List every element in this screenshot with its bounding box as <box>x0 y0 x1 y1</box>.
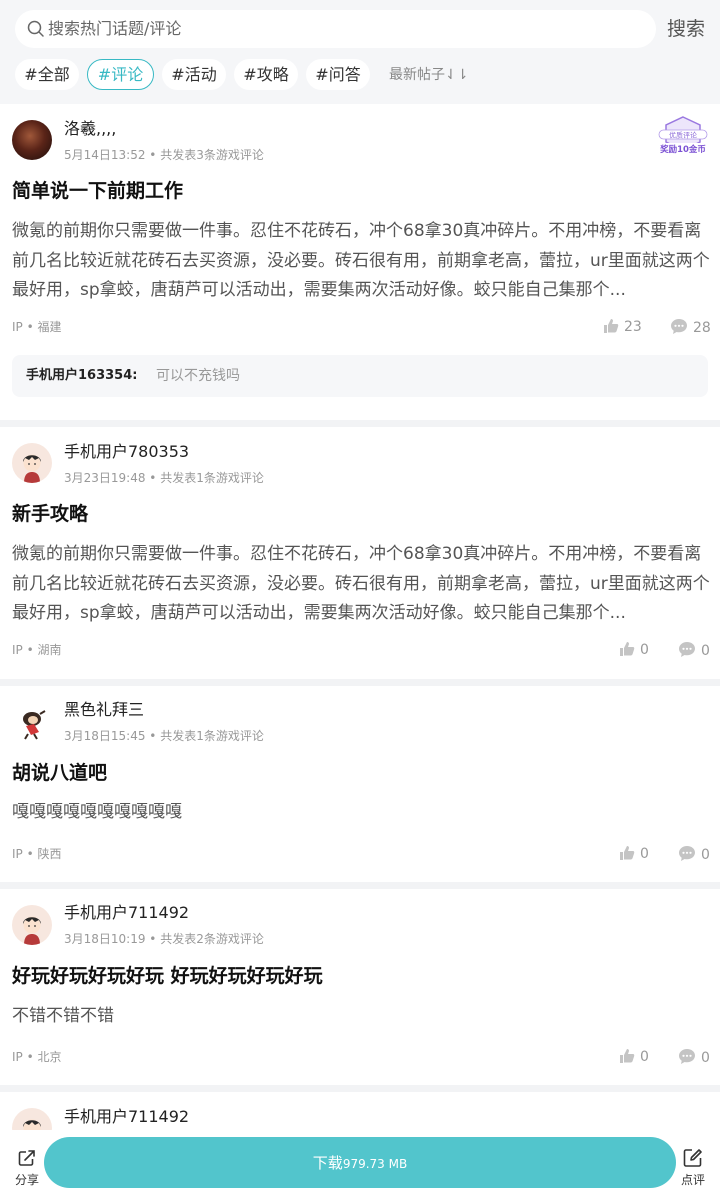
like-button[interactable]: 0 <box>619 1048 649 1066</box>
search-placeholder: 搜索热门话题/评论 <box>48 19 182 38</box>
post-meta: 3月23日19:48 • 共发表1条游戏评论 <box>64 471 264 485</box>
post-meta: 3月18日15:45 • 共发表1条游戏评论 <box>64 729 264 743</box>
download-size: 979.73 MB <box>342 1157 408 1171</box>
ip-location: IP • 福建 <box>12 320 62 334</box>
post-content[interactable]: 嘎嘎嘎嘎嘎嘎嘎嘎嘎嘎 <box>12 798 712 828</box>
header: 搜索热门话题/评论 搜索 #全部 #评论 #活动 #攻略 #问答 最新帖子⇃⇂ <box>0 0 720 104</box>
like-button[interactable]: 23 <box>603 318 642 336</box>
reply-user: 手机用户163354: <box>26 368 138 383</box>
like-count: 0 <box>640 1049 649 1065</box>
ip-location: IP • 北京 <box>12 1050 62 1064</box>
avatar[interactable] <box>12 120 52 160</box>
comment-icon <box>671 319 687 334</box>
post-title[interactable]: 新手攻略 <box>12 501 88 527</box>
post-content[interactable]: 微氪的前期你只需要做一件事。忍住不花砖石，冲个68拿30真冲碎片。不用冲榜，不要… <box>12 217 712 306</box>
avatar[interactable] <box>12 702 52 742</box>
comment-button[interactable]: 0 <box>678 845 710 864</box>
search-input[interactable]: 搜索热门话题/评论 <box>15 10 656 48</box>
post-card[interactable]: 手机用户711492 <box>0 1092 720 1148</box>
thumb-up-icon <box>604 319 619 333</box>
post-card[interactable]: 手机用户780353 3月23日19:48 • 共发表1条游戏评论 新手攻略 微… <box>0 427 720 679</box>
avatar[interactable] <box>12 443 52 483</box>
ip-location: IP • 湖南 <box>12 643 62 657</box>
like-button[interactable]: 0 <box>619 641 649 659</box>
download-button[interactable]: 下载979.73 MB <box>44 1137 676 1188</box>
comment-count: 0 <box>701 847 710 863</box>
user-name[interactable]: 手机用户711492 <box>64 903 189 923</box>
search-icon <box>27 20 44 37</box>
review-label: 点评 <box>680 1173 705 1187</box>
post-content[interactable]: 微氪的前期你只需要做一件事。忍住不花砖石，冲个68拿30真冲碎片。不用冲榜，不要… <box>12 540 712 629</box>
post-title[interactable]: 简单说一下前期工作 <box>12 178 183 204</box>
share-icon <box>18 1150 35 1166</box>
user-name[interactable]: 洛羲,,,, <box>64 119 116 139</box>
tag-review[interactable]: #评论 <box>87 59 154 90</box>
svg-text:奖励10金币: 奖励10金币 <box>660 144 706 155</box>
post-card[interactable]: 手机用户711492 3月18日10:19 • 共发表2条游戏评论 好玩好玩好玩… <box>0 889 720 1085</box>
share-button[interactable]: 分享 <box>12 1148 42 1187</box>
comment-button[interactable]: 0 <box>678 641 710 660</box>
tag-activity[interactable]: #活动 <box>162 59 226 90</box>
user-name[interactable]: 黑色礼拜三 <box>64 700 144 720</box>
quality-review-badge-icon: 优质评论 奖励10金币 <box>658 116 708 155</box>
post-content[interactable]: 不错不错不错 <box>12 1002 712 1032</box>
post-card[interactable]: 黑色礼拜三 3月18日15:45 • 共发表1条游戏评论 胡说八道吧 嘎嘎嘎嘎嘎… <box>0 686 720 882</box>
thumb-up-icon <box>620 1049 635 1063</box>
avatar[interactable] <box>12 905 52 945</box>
user-name[interactable]: 手机用户780353 <box>64 442 189 462</box>
tag-qa[interactable]: #问答 <box>306 59 370 90</box>
comment-icon <box>679 1049 695 1064</box>
post-meta: 3月18日10:19 • 共发表2条游戏评论 <box>64 932 264 946</box>
edit-icon <box>683 1149 702 1167</box>
tag-all[interactable]: #全部 <box>15 59 79 90</box>
comment-count: 0 <box>701 1050 710 1066</box>
user-name[interactable]: 手机用户711492 <box>64 1107 189 1127</box>
search-button[interactable]: 搜索 <box>667 17 705 41</box>
like-count: 0 <box>640 642 649 658</box>
reply-text: 可以不充钱吗 <box>156 368 240 384</box>
download-label: 下载 <box>312 1154 343 1172</box>
svg-text:优质评论: 优质评论 <box>669 131 697 140</box>
like-count: 23 <box>624 319 642 335</box>
review-button[interactable]: 点评 <box>678 1148 708 1187</box>
thumb-up-icon <box>620 642 635 656</box>
comment-button[interactable]: 28 <box>670 318 711 337</box>
comment-icon <box>679 846 695 861</box>
comment-button[interactable]: 0 <box>678 1048 710 1067</box>
bottom-bar: 分享 下载979.73 MB 点评 <box>0 1130 720 1195</box>
share-label: 分享 <box>14 1173 39 1187</box>
post-title[interactable]: 胡说八道吧 <box>12 760 107 786</box>
post-meta: 5月14日13:52 • 共发表3条游戏评论 <box>64 148 264 162</box>
comment-count: 28 <box>693 320 711 336</box>
post-title[interactable]: 好玩好玩好玩好玩 好玩好玩好玩好玩 <box>12 963 323 989</box>
thumb-up-icon <box>620 846 635 860</box>
ip-location: IP • 陕西 <box>12 847 62 861</box>
like-button[interactable]: 0 <box>619 845 649 863</box>
like-count: 0 <box>640 846 649 862</box>
comment-count: 0 <box>701 643 710 659</box>
sort-dropdown[interactable]: 最新帖子⇃⇂ <box>389 66 468 84</box>
post-card[interactable]: 洛羲,,,, 5月14日13:52 • 共发表3条游戏评论 优质评论 奖励10金… <box>0 104 720 420</box>
reply-preview[interactable]: 手机用户163354: 可以不充钱吗 <box>12 355 708 397</box>
comment-icon <box>679 642 695 657</box>
tag-guide[interactable]: #攻略 <box>234 59 298 90</box>
